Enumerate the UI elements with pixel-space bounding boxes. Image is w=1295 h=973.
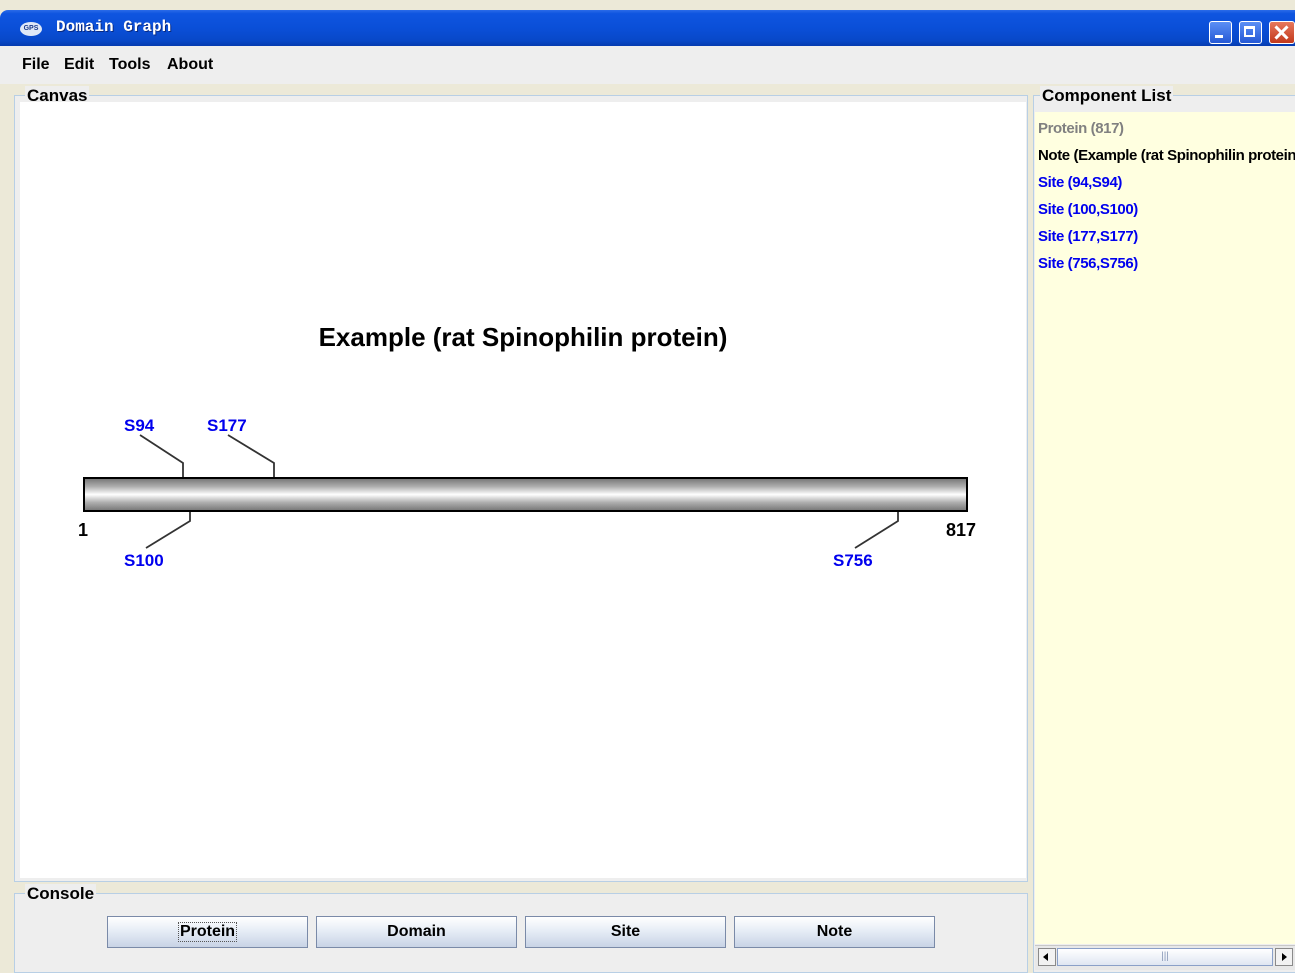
protein-button-label: Protein — [177, 922, 238, 942]
list-item-site-94[interactable]: Site (94,S94) — [1038, 174, 1122, 191]
note-button[interactable]: Note — [734, 916, 935, 948]
menu-file[interactable]: File — [22, 56, 50, 74]
site-label-s177[interactable]: S177 — [207, 416, 247, 436]
protein-start-label: 1 — [78, 520, 89, 540]
site-button[interactable]: Site — [525, 916, 726, 948]
site-label-s100[interactable]: S100 — [124, 551, 164, 571]
domain-button-label: Domain — [387, 923, 446, 940]
scroll-thumb[interactable]: ||| — [1057, 948, 1273, 966]
site-line-s756 — [854, 510, 899, 549]
component-list[interactable]: Protein (817) Note (Example (rat Spinoph… — [1035, 112, 1295, 944]
window-title: Domain Graph — [56, 18, 172, 36]
list-item-site-100[interactable]: Site (100,S100) — [1038, 201, 1138, 218]
drawing-canvas[interactable]: Example (rat Spinophilin protein) 1 817 … — [20, 102, 1026, 878]
site-label-s94[interactable]: S94 — [124, 416, 154, 436]
list-item-site-177[interactable]: Site (177,S177) — [1038, 228, 1138, 245]
site-line-s94 — [139, 434, 184, 477]
menu-bar: File Edit Tools About — [0, 46, 1295, 84]
protein-end-label: 817 — [946, 520, 977, 540]
maximize-icon[interactable] — [1239, 21, 1262, 44]
console-panel-title: Console — [25, 884, 97, 904]
menu-about[interactable]: About — [167, 56, 213, 74]
protein-button[interactable]: Protein — [107, 916, 308, 948]
list-item-site-756[interactable]: Site (756,S756) — [1038, 255, 1138, 272]
protein-bar[interactable] — [83, 477, 968, 512]
site-line-s100 — [145, 510, 191, 549]
scroll-left-icon[interactable] — [1038, 948, 1056, 966]
horizontal-scrollbar[interactable]: ||| — [1035, 945, 1295, 970]
list-item-protein[interactable]: Protein (817) — [1038, 120, 1124, 137]
scroll-right-icon[interactable] — [1275, 948, 1293, 966]
menu-edit[interactable]: Edit — [64, 56, 94, 74]
site-label-s756[interactable]: S756 — [833, 551, 873, 571]
menu-tools[interactable]: Tools — [109, 56, 150, 74]
title-bar[interactable]: GPS Domain Graph — [0, 10, 1295, 46]
component-list-title: Component List — [1040, 86, 1174, 106]
minimize-icon[interactable] — [1209, 21, 1232, 44]
domain-button[interactable]: Domain — [316, 916, 517, 948]
note-button-label: Note — [816, 923, 853, 940]
gps-app-icon: GPS — [20, 22, 42, 36]
site-button-label: Site — [610, 923, 641, 940]
close-icon[interactable] — [1269, 21, 1295, 44]
list-item-note[interactable]: Note (Example (rat Spinophilin protein)) — [1038, 147, 1295, 164]
site-line-s177 — [227, 434, 275, 477]
